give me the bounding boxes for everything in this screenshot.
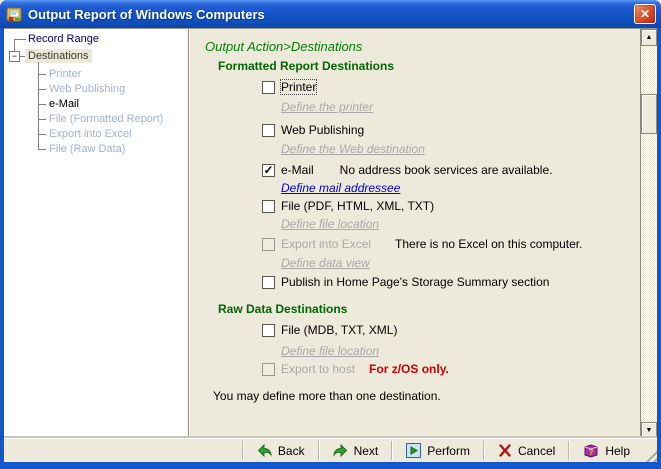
perform-button[interactable]: Perform bbox=[393, 439, 483, 462]
next-button-label: Next bbox=[353, 443, 379, 458]
define-mail-addressee-link[interactable]: Define mail addressee bbox=[281, 181, 400, 195]
export-host-checkbox-label: Export to host bbox=[281, 362, 356, 376]
tree-item-file-formatted[interactable]: File (Formatted Report) bbox=[46, 112, 166, 126]
navigation-tree: Record Range − Destinations Printer Web … bbox=[4, 29, 188, 439]
help-book-icon: ? bbox=[584, 444, 598, 458]
scroll-down-icon[interactable]: ▼ bbox=[641, 422, 657, 439]
export-host-checkbox bbox=[262, 362, 275, 376]
tree-line bbox=[38, 74, 46, 75]
tree-item-email[interactable]: e-Mail bbox=[46, 97, 82, 111]
file-formatted-row: File (PDF, HTML, XML, TXT) bbox=[262, 199, 434, 213]
back-button-label: Back bbox=[277, 443, 305, 458]
file-formatted-checkbox-label[interactable]: File (PDF, HTML, XML, TXT) bbox=[281, 199, 434, 213]
panel-splitter[interactable] bbox=[188, 29, 196, 439]
tree-line bbox=[38, 149, 46, 150]
cancel-x-icon bbox=[499, 444, 511, 457]
tree-line bbox=[38, 62, 39, 149]
tree-item-export-excel[interactable]: Export into Excel bbox=[46, 127, 135, 141]
button-toolbar: Back Next Perform Cancel ? Help bbox=[4, 438, 657, 462]
email-checkbox[interactable]: ✓ bbox=[262, 163, 275, 177]
file-raw-checkbox-label[interactable]: File (MDB, TXT, XML) bbox=[281, 323, 397, 337]
dialog-window: Output Report of Windows Computers ✕ Rec… bbox=[0, 0, 661, 469]
email-checkbox-label[interactable]: e-Mail bbox=[281, 163, 314, 177]
export-excel-checkbox bbox=[262, 237, 275, 251]
export-host-note: For z/OS only. bbox=[369, 362, 449, 376]
app-icon bbox=[6, 7, 22, 21]
tree-line bbox=[38, 119, 46, 120]
back-arrow-icon bbox=[257, 444, 272, 457]
tree-item-file-raw[interactable]: File (Raw Data) bbox=[46, 142, 128, 156]
define-file-location-link: Define file location bbox=[281, 217, 380, 231]
perform-button-label: Perform bbox=[427, 443, 470, 458]
file-raw-row: File (MDB, TXT, XML) bbox=[262, 323, 397, 337]
resize-grip[interactable] bbox=[643, 448, 657, 462]
raw-destinations-header: Raw Data Destinations bbox=[218, 302, 348, 316]
printer-checkbox-label[interactable]: Printer bbox=[279, 79, 318, 95]
formatted-destinations-header: Formatted Report Destinations bbox=[218, 59, 395, 73]
dialog-body: Record Range − Destinations Printer Web … bbox=[4, 28, 657, 439]
tree-item-record-range[interactable]: Record Range bbox=[25, 32, 102, 46]
vertical-scrollbar[interactable]: ▲ ▼ bbox=[640, 29, 657, 439]
breadcrumb: Output Action>Destinations bbox=[205, 39, 363, 54]
help-button-label: Help bbox=[605, 443, 630, 458]
tree-line bbox=[14, 39, 15, 51]
file-formatted-checkbox[interactable] bbox=[262, 199, 275, 213]
tree-item-web-publishing[interactable]: Web Publishing bbox=[46, 82, 128, 96]
perform-play-icon bbox=[406, 443, 422, 458]
web-publishing-checkbox-label[interactable]: Web Publishing bbox=[281, 123, 364, 137]
email-row: ✓ e-Mail No address book services are av… bbox=[262, 163, 552, 177]
scrollbar-thumb[interactable] bbox=[641, 94, 657, 134]
footer-hint: You may define more than one destination… bbox=[213, 389, 441, 403]
printer-row: Printer bbox=[262, 79, 318, 95]
publish-summary-checkbox[interactable] bbox=[262, 275, 275, 289]
cancel-button[interactable]: Cancel bbox=[485, 439, 568, 462]
define-printer-link: Define the printer bbox=[281, 100, 374, 114]
scroll-up-icon[interactable]: ▲ bbox=[641, 29, 657, 46]
publish-summary-checkbox-label[interactable]: Publish in Home Page's Storage Summary s… bbox=[281, 275, 549, 289]
collapse-toggle-icon[interactable]: − bbox=[9, 51, 20, 62]
help-question-glyph: ? bbox=[589, 448, 594, 457]
define-data-view-link: Define data view bbox=[281, 256, 370, 270]
tree-line bbox=[38, 134, 46, 135]
close-button[interactable]: ✕ bbox=[634, 4, 656, 24]
cancel-button-label: Cancel bbox=[517, 443, 556, 458]
window-title: Output Report of Windows Computers bbox=[28, 6, 265, 22]
tree-item-printer[interactable]: Printer bbox=[46, 67, 84, 81]
define-web-destination-link: Define the Web destination bbox=[281, 142, 425, 156]
file-raw-checkbox[interactable] bbox=[262, 323, 275, 337]
tree-item-destinations[interactable]: Destinations bbox=[25, 49, 92, 63]
next-button[interactable]: Next bbox=[320, 439, 392, 462]
help-button[interactable]: ? Help bbox=[570, 439, 643, 462]
email-note: No address book services are available. bbox=[339, 163, 553, 177]
back-button[interactable]: Back bbox=[244, 439, 318, 462]
tree-line bbox=[38, 104, 46, 105]
export-excel-note: There is no Excel on this computer. bbox=[395, 237, 583, 251]
export-excel-checkbox-label: Export into Excel bbox=[281, 237, 372, 251]
tree-line bbox=[38, 89, 46, 90]
title-bar[interactable]: Output Report of Windows Computers ✕ bbox=[0, 0, 661, 28]
publish-summary-row: Publish in Home Page's Storage Summary s… bbox=[262, 275, 549, 289]
define-raw-file-location-link: Define file location bbox=[281, 344, 380, 358]
next-arrow-icon bbox=[333, 444, 347, 457]
web-publishing-row: Web Publishing bbox=[262, 123, 364, 137]
export-excel-row: Export into Excel There is no Excel on t… bbox=[262, 237, 582, 251]
printer-checkbox[interactable] bbox=[262, 80, 275, 94]
web-publishing-checkbox[interactable] bbox=[262, 123, 275, 137]
export-host-row: Export to host For z/OS only. bbox=[262, 362, 449, 376]
content-panel: Output Action>Destinations Formatted Rep… bbox=[196, 29, 657, 439]
window-bottom-border bbox=[0, 462, 661, 469]
